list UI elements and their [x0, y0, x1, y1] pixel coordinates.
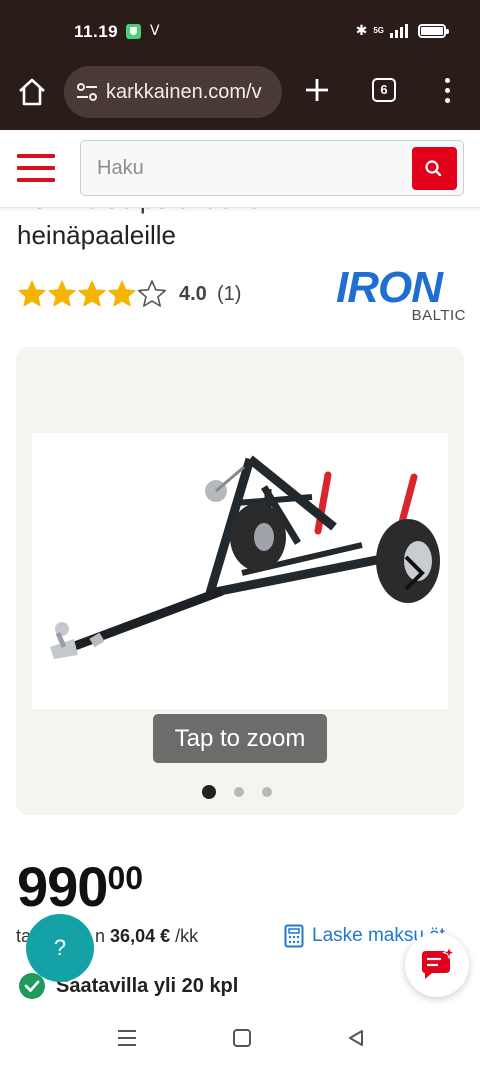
site-settings-icon[interactable] [76, 82, 98, 102]
brand-logo[interactable]: IRON BALTIC [336, 266, 466, 326]
back-icon[interactable] [346, 1028, 366, 1048]
star-empty-icon [138, 280, 166, 307]
rating-stars[interactable] [17, 279, 167, 309]
status-icons: ✱ 5G [355, 22, 449, 39]
star-filled-icon [78, 280, 106, 307]
recent-apps-icon[interactable] [118, 1030, 138, 1046]
gallery-pagination [202, 785, 272, 799]
chat-button[interactable] [405, 933, 469, 997]
hamburger-menu-icon[interactable] [17, 154, 55, 182]
price-decimals: 00 [107, 860, 144, 896]
help-button[interactable]: ? [26, 914, 94, 982]
installment-amount: 36,04 € [110, 926, 171, 946]
rating-value: 4.0 [179, 283, 207, 305]
calculator-icon [284, 924, 304, 948]
gallery-dot[interactable] [234, 787, 244, 797]
home-icon[interactable] [16, 76, 48, 108]
product-price: 99000 [17, 858, 143, 916]
trailer-illustration [50, 455, 440, 659]
brand-logo-name: IRON [336, 263, 443, 312]
system-nav-bar [0, 1010, 480, 1067]
url-text: karkkainen.com/v [106, 80, 262, 103]
status-bar: 11.19 ᐯ ✱ 5G [0, 0, 480, 64]
search-button[interactable] [412, 147, 457, 190]
star-filled-icon [108, 280, 136, 307]
site-header [0, 130, 480, 208]
vpn-icon: ᐯ [150, 22, 160, 38]
gallery-dot[interactable] [262, 787, 272, 797]
price-integer: 990 [17, 855, 108, 918]
shield-icon [126, 24, 141, 39]
search-input[interactable] [97, 141, 397, 195]
network-type: 5G [373, 25, 384, 35]
tap-to-zoom-button[interactable]: Tap to zoom [153, 714, 327, 763]
rating-count[interactable]: (1) [217, 283, 241, 306]
installment-suffix: /kk [175, 926, 199, 946]
product-gallery[interactable]: Tap to zoom [16, 347, 464, 815]
installment-mid: n [95, 926, 106, 946]
new-tab-icon[interactable] [304, 77, 330, 103]
nav-home-icon[interactable] [233, 1029, 251, 1047]
star-filled-icon [48, 280, 76, 307]
battery-icon [418, 23, 449, 38]
search-box [80, 140, 464, 196]
product-image[interactable] [32, 433, 448, 709]
brand-logo-sub: BALTIC [411, 307, 466, 324]
search-icon [425, 160, 442, 177]
availability-text: Saatavilla yli 20 kpl [56, 974, 239, 997]
more-menu-icon[interactable] [436, 78, 460, 104]
status-time: 11.19 [74, 22, 119, 41]
gallery-dot[interactable] [202, 785, 216, 799]
address-bar[interactable]: karkkainen.com/v [64, 66, 282, 118]
tab-switcher-button[interactable]: 6 [372, 78, 396, 102]
signal-icon [390, 23, 408, 38]
star-filled-icon [18, 280, 46, 307]
bluetooth-icon: ✱ [355, 22, 368, 38]
product-title-line2: heinäpaaleille [17, 220, 177, 250]
chat-icon [422, 945, 456, 979]
browser-toolbar: karkkainen.com/v 6 [0, 64, 480, 130]
next-image-icon[interactable] [398, 553, 428, 593]
